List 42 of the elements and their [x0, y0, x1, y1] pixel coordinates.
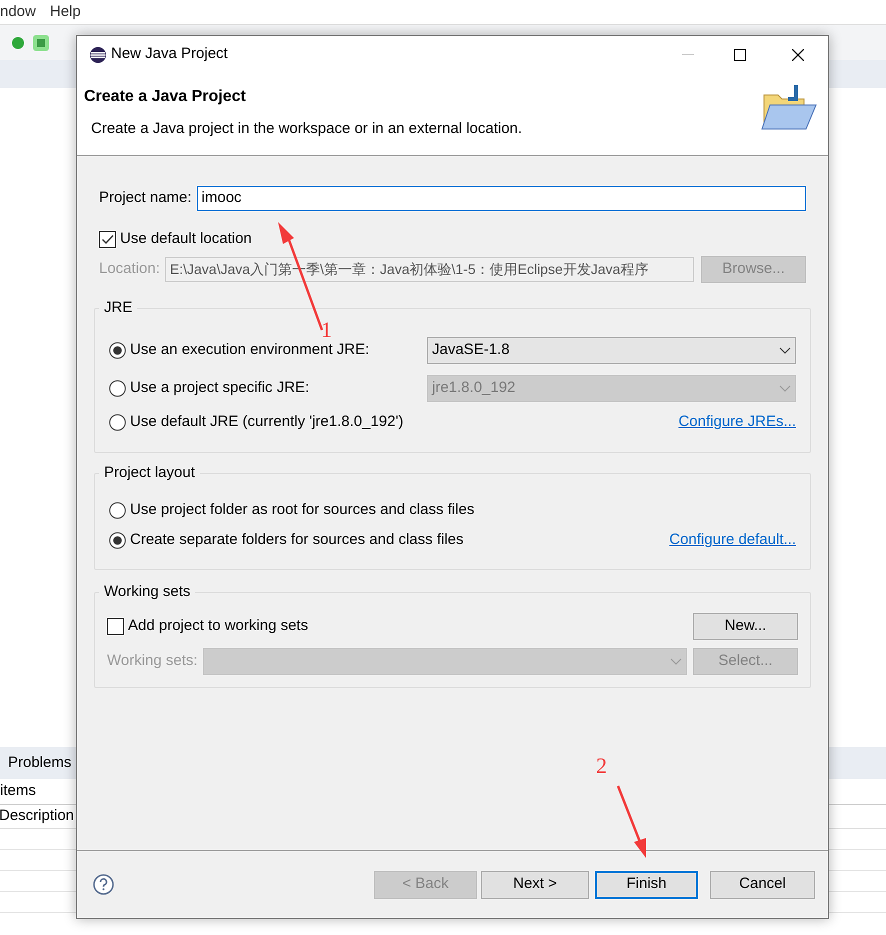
- radio-label: Use a project specific JRE:: [130, 378, 310, 398]
- menu-item[interactable]: Help: [50, 0, 81, 24]
- panel-tab[interactable]: Problems: [8, 752, 72, 774]
- annotation-number: 2: [596, 753, 607, 778]
- radio-button[interactable]: [109, 380, 126, 396]
- maximize-icon[interactable]: [734, 48, 746, 60]
- jre-dropdown[interactable]: JavaSE-1.8: [427, 336, 796, 364]
- chevron-down-icon: [670, 658, 682, 664]
- field-label: Working sets:: [107, 650, 198, 671]
- menu-item[interactable]: ndow: [0, 0, 36, 24]
- chevron-down-icon: [779, 346, 791, 354]
- window-title: New Java Project: [111, 44, 228, 64]
- radio-label: Create separate folders for sources and class files: [130, 530, 464, 550]
- link[interactable]: Configure default...: [669, 529, 796, 552]
- checkbox-label: Use default location: [120, 229, 252, 249]
- new-button[interactable]: New...: [693, 612, 798, 640]
- project-name-field[interactable]: imooc: [196, 186, 806, 211]
- dialog-button[interactable]: Cancel: [710, 870, 815, 898]
- page-title: Create a Java Project: [84, 87, 247, 107]
- checkbox[interactable]: [99, 230, 116, 248]
- radio-label: Use default JRE (currently 'jre1.8.0_192'): [130, 412, 404, 432]
- column-header[interactable]: Description: [0, 805, 74, 828]
- checkbox[interactable]: [107, 618, 124, 634]
- radio-button[interactable]: [109, 502, 126, 519]
- item-count: items: [0, 781, 36, 802]
- annotation-number: 1: [321, 317, 332, 342]
- checkbox-label: Add project to working sets: [128, 616, 308, 636]
- radio-label: Use project folder as root for sources and class files: [130, 500, 474, 520]
- radio-label: Use an execution environment JRE:: [130, 340, 370, 360]
- dialog-button[interactable]: Next >: [481, 870, 589, 898]
- radio-button[interactable]: [109, 342, 126, 358]
- radio-button[interactable]: [109, 414, 126, 430]
- stop-icon[interactable]: [32, 34, 50, 52]
- field-label: Location:: [99, 258, 160, 279]
- close-icon[interactable]: [792, 48, 804, 60]
- chevron-down-icon: [779, 384, 791, 392]
- radio-button[interactable]: [109, 532, 126, 549]
- link[interactable]: Configure JREs...: [678, 410, 796, 434]
- field-label: Project name:: [99, 188, 192, 208]
- help-icon[interactable]: [93, 874, 114, 895]
- dialog-button[interactable]: Finish: [595, 870, 698, 898]
- page-description: Create a Java project in the workspace or in an external location.: [91, 119, 524, 139]
